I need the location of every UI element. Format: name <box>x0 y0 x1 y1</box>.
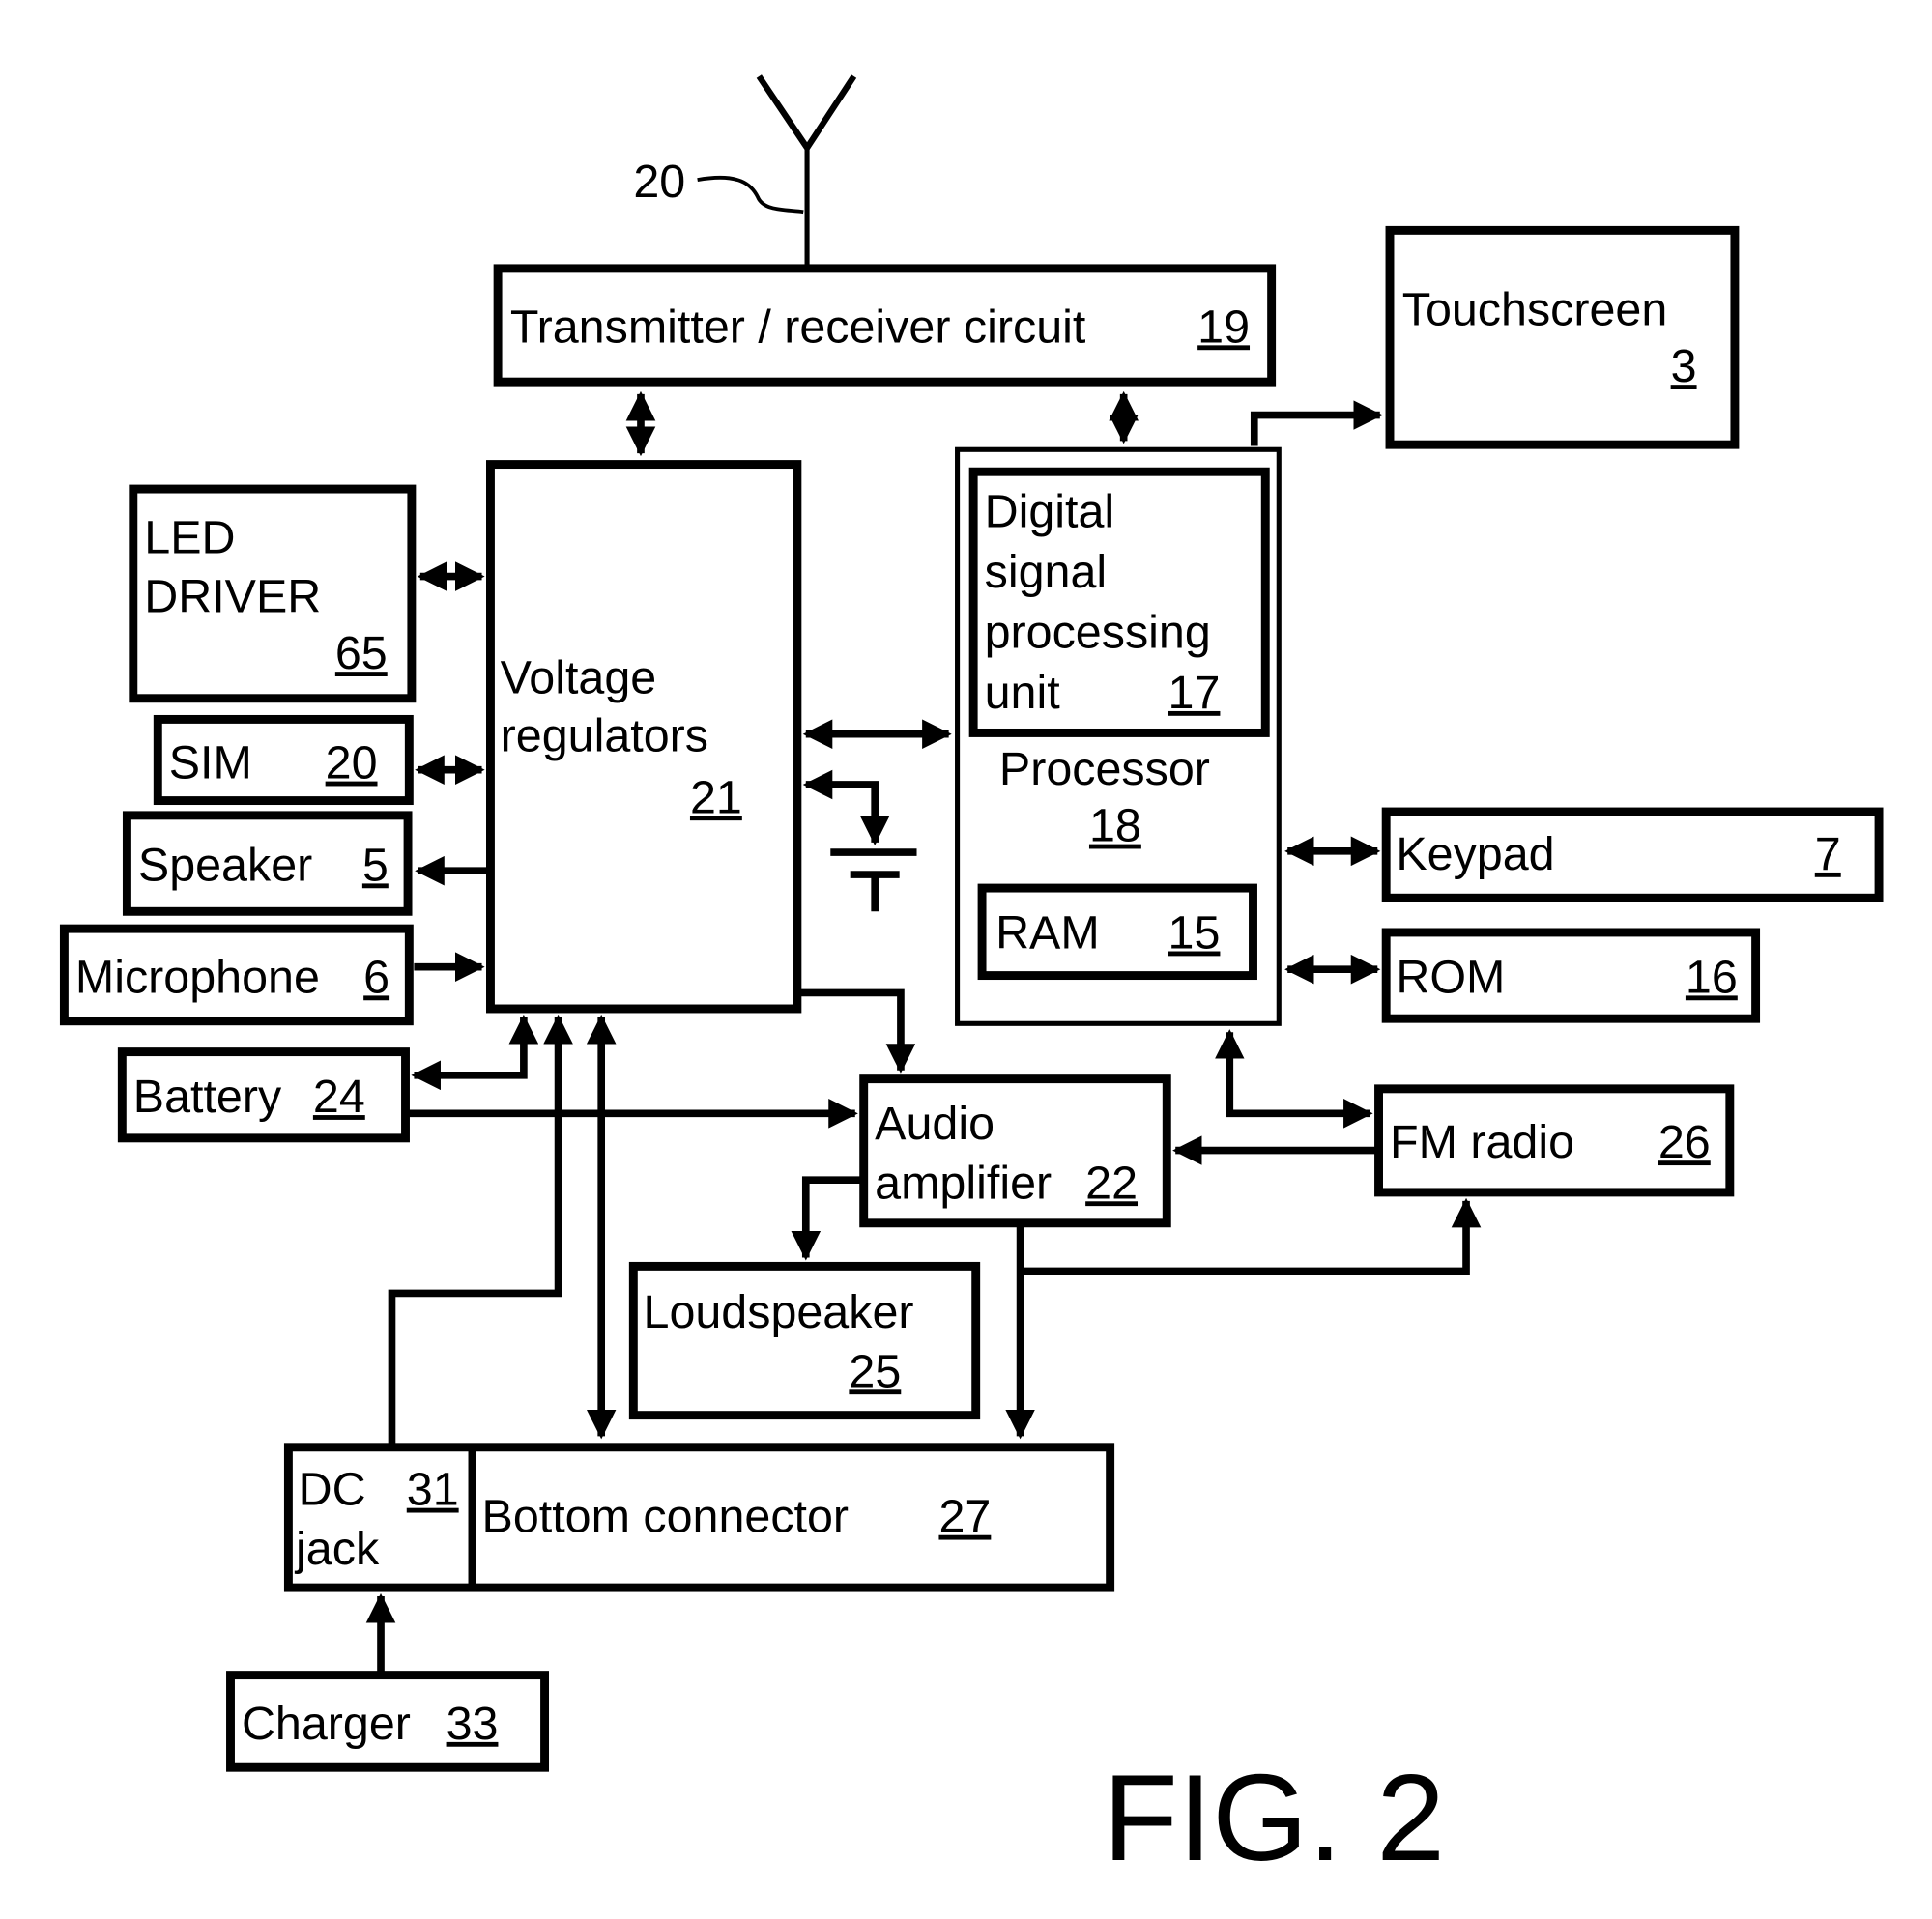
led-driver-line2: DRIVER <box>144 571 321 623</box>
voltage-regulators-block: Voltage regulators 21 <box>486 460 802 1014</box>
dsp-line3: processing <box>985 606 1211 658</box>
audio-amplifier-line1: Audio <box>875 1098 995 1150</box>
fm-radio-block: FM radio 26 <box>1374 1084 1735 1197</box>
keypad-num: 7 <box>1815 828 1841 880</box>
sim-num: 20 <box>326 737 378 789</box>
antenna-leader-line <box>697 175 804 215</box>
dsp-block: Digital signal processing unit 17 <box>968 467 1270 737</box>
led-driver-num: 65 <box>335 627 388 679</box>
ram-block: RAM 15 <box>977 883 1257 981</box>
ground-icon <box>830 848 917 912</box>
battery-num: 24 <box>313 1071 365 1123</box>
wire-voltage-audio <box>796 988 916 1074</box>
audio-amplifier-num: 22 <box>1085 1157 1138 1209</box>
dsp-num: 17 <box>1168 667 1221 719</box>
rom-num: 16 <box>1686 951 1738 1003</box>
dsp-line1: Digital <box>985 486 1115 538</box>
microphone-num: 6 <box>363 951 389 1003</box>
wire-battery-voltage <box>411 1014 539 1091</box>
dsp-line4: unit <box>985 667 1061 719</box>
microphone-label: Microphone <box>75 951 320 1003</box>
touchscreen-block: Touchscreen 3 <box>1385 225 1740 449</box>
fm-radio-label: FM radio <box>1390 1116 1574 1168</box>
dc-jack-line1: DC <box>299 1464 366 1516</box>
audio-amplifier-line2: amplifier <box>875 1157 1052 1209</box>
dc-jack-num: 31 <box>407 1464 459 1516</box>
voltage-regulators-line2: regulators <box>501 710 708 762</box>
wire-dcjack-voltage <box>388 1014 573 1444</box>
wire-audio-loudspeaker <box>791 1176 864 1261</box>
transceiver-num: 19 <box>1197 301 1250 353</box>
sim-label: SIM <box>169 737 252 789</box>
ram-num: 15 <box>1168 907 1221 960</box>
microphone-block: Microphone 6 <box>59 924 414 1026</box>
voltage-regulators-line1: Voltage <box>501 652 657 704</box>
processor-label: Processor <box>999 743 1210 795</box>
ram-label: RAM <box>995 907 1100 960</box>
rom-label: ROM <box>1396 951 1505 1003</box>
audio-amplifier-block: Audio amplifier 22 <box>859 1074 1171 1228</box>
led-driver-block: LED DRIVER 65 <box>129 484 417 703</box>
speaker-block: Speaker 5 <box>122 811 413 916</box>
antenna-ref: 20 <box>633 156 685 208</box>
dsp-line2: signal <box>985 546 1108 598</box>
wire-processor-fm <box>1214 1029 1373 1129</box>
speaker-num: 5 <box>362 839 389 891</box>
voltage-regulators-num: 21 <box>690 771 742 823</box>
loudspeaker-num: 25 <box>849 1345 901 1397</box>
antenna-icon <box>756 74 857 267</box>
battery-label: Battery <box>133 1071 282 1123</box>
battery-block: Battery 24 <box>117 1047 410 1143</box>
figure-caption: FIG. 2 <box>1103 1750 1445 1887</box>
transceiver-label: Transmitter / receiver circuit <box>510 301 1086 353</box>
charger-label: Charger <box>242 1698 411 1750</box>
loudspeaker-block: Loudspeaker 25 <box>628 1261 981 1420</box>
bottom-connector-num: 27 <box>938 1491 991 1543</box>
keypad-label: Keypad <box>1396 828 1554 880</box>
fm-radio-num: 26 <box>1658 1116 1711 1168</box>
block-diagram: 20 Transmitter / receiver circuit 19 Tou… <box>59 74 1884 1887</box>
sim-block: SIM 20 <box>153 714 414 806</box>
touchscreen-num: 3 <box>1671 340 1697 392</box>
wire-processor-touchscreen <box>1250 400 1383 446</box>
rom-block: ROM 16 <box>1381 928 1761 1023</box>
keypad-block: Keypad 7 <box>1381 807 1884 902</box>
charger-block: Charger 33 <box>226 1671 550 1772</box>
wire-voltage-ground <box>802 769 890 845</box>
touchscreen-label: Touchscreen <box>1402 284 1668 336</box>
bottom-connector-label: Bottom connector <box>482 1491 850 1543</box>
dc-jack-line2: jack <box>294 1523 380 1575</box>
charger-num: 33 <box>447 1698 499 1750</box>
led-driver-line1: LED <box>144 511 235 563</box>
processor-num: 18 <box>1089 800 1141 852</box>
loudspeaker-label: Loudspeaker <box>644 1286 914 1338</box>
transceiver-block: Transmitter / receiver circuit 19 <box>493 264 1277 387</box>
speaker-label: Speaker <box>138 839 312 891</box>
